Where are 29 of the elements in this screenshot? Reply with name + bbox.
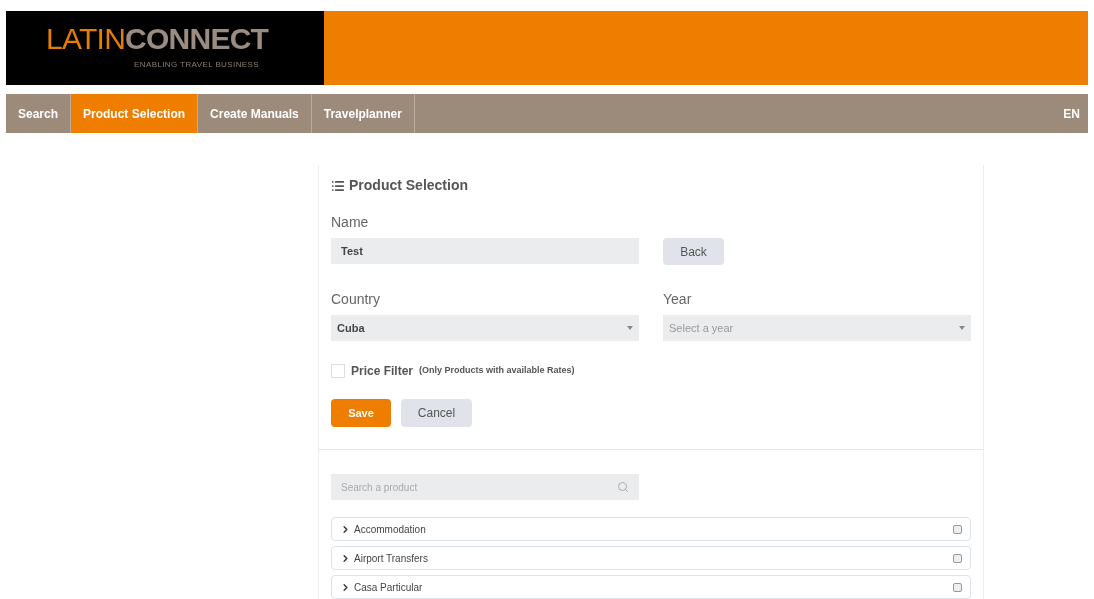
category-label: Airport Transfers — [354, 551, 428, 566]
search-icon — [617, 481, 629, 493]
field-label: Year — [663, 290, 693, 309]
save-button[interactable]: Save — [331, 399, 391, 427]
caret-icon — [627, 326, 633, 330]
caret-icon — [959, 326, 965, 330]
checkbox[interactable] — [953, 553, 962, 563]
logo: LATINCONNECT ENABLING TRAVEL BUSINESS — [6, 11, 324, 85]
checkbox-note: (Only Products with available Rates) — [419, 364, 575, 378]
field-label: Name — [331, 213, 370, 232]
name-field[interactable]: Test — [331, 238, 639, 264]
country-select[interactable]: Cuba — [331, 315, 639, 341]
category-row[interactable]: Casa Particular — [331, 575, 971, 599]
checkbox[interactable] — [953, 524, 962, 534]
checkbox[interactable] — [953, 582, 962, 592]
category-row[interactable]: Airport Transfers — [331, 546, 971, 570]
panel-title: Product Selection — [349, 176, 469, 195]
field-label: Country — [331, 290, 382, 309]
back-button[interactable]: Back — [663, 238, 724, 265]
list-icon — [331, 178, 345, 193]
year-select[interactable]: Select a year — [663, 315, 971, 341]
category-row[interactable]: Accommodation — [331, 517, 971, 541]
search-field[interactable]: Search a product — [331, 474, 639, 500]
cancel-button[interactable]: Cancel — [401, 399, 472, 427]
language-selector[interactable]: EN — [1063, 104, 1088, 123]
category-label: Accommodation — [354, 522, 426, 537]
checkbox-label: Price Filter — [351, 363, 414, 380]
nav-tab[interactable]: Product Selection — [71, 94, 199, 133]
category-label: Casa Particular — [354, 580, 423, 595]
